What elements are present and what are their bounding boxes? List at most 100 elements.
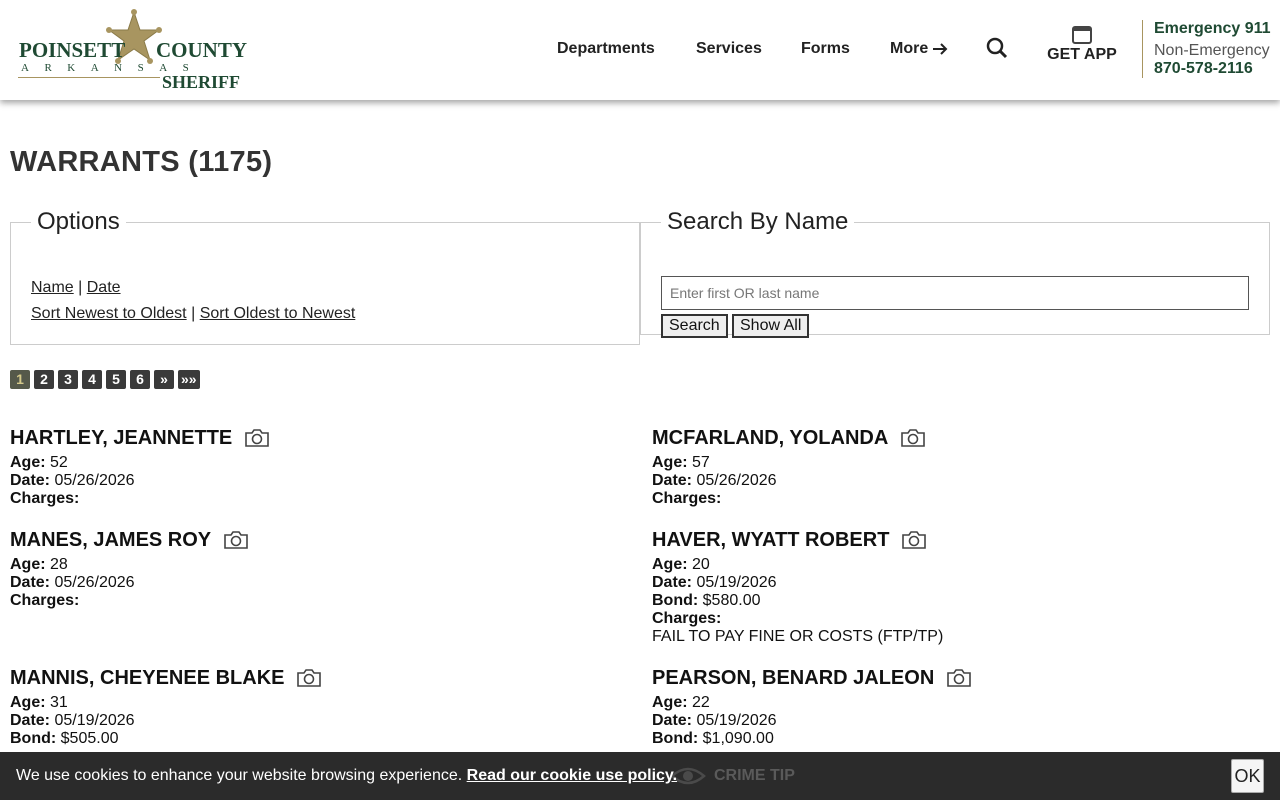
date-value: 05/26/2026 — [54, 472, 135, 489]
logo-text-poinsett: POINSETT — [19, 38, 126, 62]
age-value: 57 — [692, 454, 710, 471]
charges-value: FAIL TO PAY FINE OR COSTS (FTP/TP) — [652, 628, 944, 645]
logo-text-sheriff: SHERIFF — [162, 72, 241, 92]
nav-services[interactable]: Services — [696, 40, 762, 58]
cookie-policy-link[interactable]: Read our cookie use policy. — [467, 767, 677, 784]
separator: | — [78, 279, 83, 296]
date-label: Date: — [652, 574, 693, 591]
cookie-text: We use cookies to enhance your website b… — [16, 767, 463, 784]
warrant-record: HAVER, WYATT ROBERT Age: 20 Date: 05/19/… — [652, 528, 1252, 646]
date-label: Date: — [10, 472, 51, 489]
age-label: Age: — [652, 556, 688, 573]
separator: | — [191, 305, 196, 322]
page-next[interactable]: » — [154, 370, 174, 389]
page-4[interactable]: 4 — [82, 370, 102, 389]
contact-info: Emergency 911 Non-Emergency 870-578-2116 — [1142, 20, 1271, 78]
cookie-message: We use cookies to enhance your website b… — [16, 767, 677, 785]
age-value: 20 — [692, 556, 710, 573]
age-label: Age: — [10, 454, 46, 471]
bond-label: Bond: — [652, 730, 699, 747]
charges-label: Charges: — [652, 490, 722, 507]
show-all-button[interactable]: Show All — [732, 314, 810, 338]
sort-newest-link[interactable]: Sort Newest to Oldest — [31, 305, 187, 322]
sort-order-links: Sort Newest to Oldest | Sort Oldest to N… — [31, 305, 355, 323]
age-label: Age: — [652, 694, 688, 711]
warrant-name[interactable]: MANES, JAMES ROY — [10, 529, 211, 552]
crime-tip-label: CRIME TIP — [714, 767, 795, 784]
crime-tip-button[interactable]: CRIME TIP — [670, 764, 795, 788]
sheriff-logo[interactable]: POINSETT COUNTY ARKANSAS SHERIFF — [18, 8, 248, 94]
site-header: POINSETT COUNTY ARKANSAS SHERIFF Departme… — [0, 0, 1280, 100]
age-label: Age: — [10, 556, 46, 573]
warrant-name[interactable]: HAVER, WYATT ROBERT — [652, 529, 889, 552]
camera-icon[interactable] — [244, 428, 270, 448]
get-app-label: GET APP — [1047, 46, 1117, 63]
camera-icon[interactable] — [946, 668, 972, 688]
page-5[interactable]: 5 — [106, 370, 126, 389]
warrant-record: MANES, JAMES ROY Age: 28 Date: 05/26/202… — [10, 528, 610, 610]
date-label: Date: — [10, 574, 51, 591]
sort-field-links: Name | Date — [31, 279, 121, 297]
page-6[interactable]: 6 — [130, 370, 150, 389]
age-value: 28 — [50, 556, 68, 573]
warrant-record: MANNIS, CHEYENEE BLAKE Age: 31 Date: 05/… — [10, 666, 610, 748]
arrow-right-icon — [933, 43, 948, 55]
charges-label: Charges: — [10, 490, 80, 507]
page-title: WARRANTS (1175) — [10, 146, 273, 178]
date-value: 05/19/2026 — [54, 712, 135, 729]
sort-oldest-link[interactable]: Sort Oldest to Newest — [200, 305, 356, 322]
camera-icon[interactable] — [900, 428, 926, 448]
cookie-banner: CRIME TIP We use cookies to enhance your… — [0, 752, 1280, 800]
pagination: 1 2 3 4 5 6 » »» — [10, 370, 200, 389]
nav-more-label: More — [890, 40, 929, 57]
emergency-number[interactable]: Emergency 911 — [1154, 20, 1271, 38]
warrant-name[interactable]: HARTLEY, JEANNETTE — [10, 427, 232, 450]
age-value: 22 — [692, 694, 710, 711]
date-value: 05/19/2026 — [696, 712, 777, 729]
logo-divider — [18, 77, 160, 78]
warrant-record: HARTLEY, JEANNETTE Age: 52 Date: 05/26/2… — [10, 426, 610, 508]
sort-by-date-link[interactable]: Date — [87, 279, 121, 296]
bond-value: $580.00 — [702, 592, 761, 609]
age-value: 52 — [50, 454, 68, 471]
warrant-name[interactable]: PEARSON, BENARD JALEON — [652, 667, 934, 690]
name-search-input[interactable] — [661, 276, 1249, 310]
warrant-record: PEARSON, BENARD JALEON Age: 22 Date: 05/… — [652, 666, 1252, 748]
warrant-name[interactable]: MCFARLAND, YOLANDA — [652, 427, 888, 450]
age-value: 31 — [50, 694, 68, 711]
search-legend: Search By Name — [667, 208, 849, 235]
page-last[interactable]: »» — [178, 370, 200, 389]
camera-icon[interactable] — [223, 530, 249, 550]
options-legend: Options — [37, 208, 120, 235]
cookie-ok-button[interactable]: OK — [1231, 759, 1264, 793]
warrant-name[interactable]: MANNIS, CHEYENEE BLAKE — [10, 667, 284, 690]
bond-value: $1,090.00 — [702, 730, 774, 747]
phone-icon — [1072, 26, 1092, 44]
age-label: Age: — [10, 694, 46, 711]
search-icon[interactable] — [985, 36, 1009, 60]
warrant-record: MCFARLAND, YOLANDA Age: 57 Date: 05/26/2… — [652, 426, 1252, 508]
get-app-button[interactable]: GET APP — [1044, 26, 1120, 70]
date-value: 05/26/2026 — [696, 472, 777, 489]
page-1[interactable]: 1 — [10, 370, 30, 389]
non-emergency-phone[interactable]: 870-578-2116 — [1154, 60, 1271, 78]
nav-more[interactable]: More — [890, 40, 948, 58]
page-3[interactable]: 3 — [58, 370, 78, 389]
bond-label: Bond: — [652, 592, 699, 609]
nav-departments[interactable]: Departments — [557, 40, 655, 58]
charges-label: Charges: — [10, 592, 80, 609]
date-label: Date: — [652, 472, 693, 489]
camera-icon[interactable] — [296, 668, 322, 688]
date-value: 05/26/2026 — [54, 574, 135, 591]
search-button[interactable]: Search — [661, 314, 728, 338]
camera-icon[interactable] — [901, 530, 927, 550]
nav-forms[interactable]: Forms — [801, 40, 850, 58]
date-value: 05/19/2026 — [696, 574, 777, 591]
search-panel: Search By Name Search Show All — [640, 208, 1270, 338]
sort-by-name-link[interactable]: Name — [31, 279, 74, 296]
bond-value: $505.00 — [60, 730, 119, 747]
page-2[interactable]: 2 — [34, 370, 54, 389]
charges-label: Charges: — [652, 610, 722, 627]
non-emergency-label: Non-Emergency — [1154, 42, 1270, 59]
logo-text-county: COUNTY — [156, 38, 248, 62]
